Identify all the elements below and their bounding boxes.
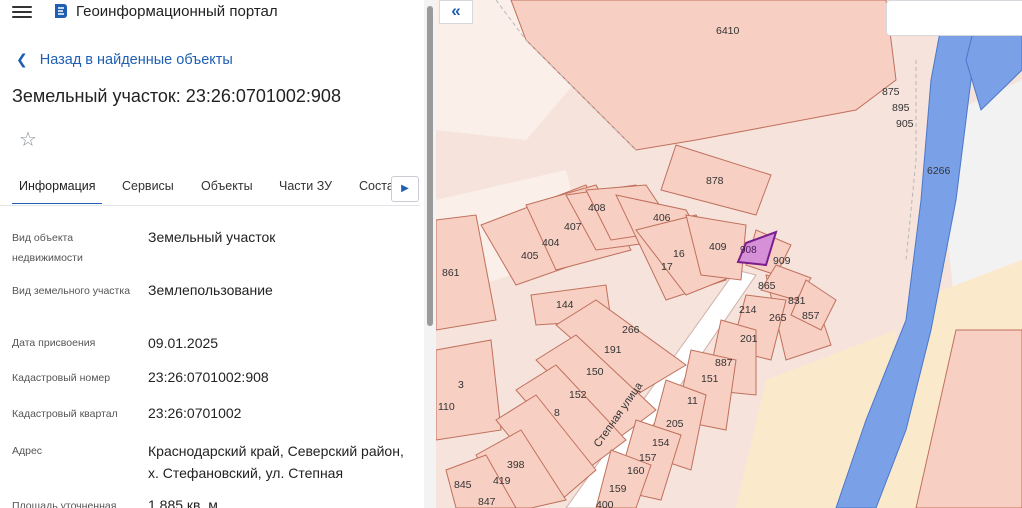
info-panel: Геоинформационный портал ❮ Назад в найден… — [0, 0, 436, 508]
parcel-label: 152 — [569, 389, 587, 401]
tab-objects[interactable]: Объекты — [201, 179, 253, 193]
panel-scrollbar-thumb[interactable] — [427, 6, 433, 326]
parcel-label: 150 — [586, 366, 604, 378]
parcel-label: 266 — [622, 324, 640, 336]
parcel-label: 400 — [596, 499, 614, 508]
parcel-label: 909 — [773, 255, 791, 267]
parcel-label: 11 — [687, 395, 698, 407]
field-label-area: Площадь уточненная — [12, 500, 117, 508]
parcel-label: 405 — [521, 250, 539, 262]
parcel-label: 404 — [542, 237, 560, 249]
parcel-label: 144 — [556, 299, 574, 311]
menu-icon[interactable] — [12, 3, 32, 19]
field-value-cadastral-quarter: 23:26:0701002 — [148, 405, 242, 421]
tab-strip: Информация Сервисы Объекты Части ЗУ Сост… — [0, 174, 392, 204]
favorite-star-icon[interactable]: ☆ — [19, 127, 37, 152]
parcel-label: 6266 — [927, 165, 951, 177]
cadastral-map[interactable]: 6410 875 895 905 6266 878 408 406 407 40… — [436, 0, 1022, 508]
field-value-area: 1 885 кв. м — [148, 497, 218, 508]
app-title: Геоинформационный портал — [76, 3, 278, 20]
tab-composition[interactable]: Соста — [359, 179, 392, 193]
tab-information[interactable]: Информация — [19, 179, 96, 193]
parcel-label: 157 — [639, 452, 657, 464]
back-link-label: Назад в найденные объекты — [39, 52, 233, 68]
object-title: Земельный участок: 23:26:0701002:908 — [12, 86, 341, 106]
parcel-label: 151 — [701, 373, 719, 385]
field-label-cadastral-quarter: Кадастровый квартал — [12, 408, 118, 420]
parcel-label: 845 — [454, 479, 472, 491]
collapse-panel-button[interactable]: « — [439, 0, 473, 24]
field-label-assign-date: Дата присвоения — [12, 337, 96, 349]
parcel-label: 407 — [564, 221, 582, 233]
parcel-label: 160 — [627, 465, 645, 477]
parcel-label: 408 — [588, 202, 606, 214]
parcel-label: 861 — [442, 267, 460, 279]
field-label-cadastral-number: Кадастровый номер — [12, 372, 111, 384]
parcel-label: 878 — [706, 175, 724, 187]
parcel-label: 191 — [604, 344, 622, 356]
portal-logo-icon — [55, 4, 67, 18]
parcel-label: 875 — [882, 86, 900, 98]
parcel-label: 895 — [892, 102, 910, 114]
parcel-label: 398 — [507, 459, 525, 471]
parcel-label: 8 — [554, 407, 560, 419]
field-value-object-type: Земельный участок — [148, 229, 276, 245]
parcel-label: 265 — [769, 312, 787, 324]
parcel-label: 6410 — [716, 25, 740, 37]
map-search-input[interactable] — [886, 0, 1022, 36]
field-value-cadastral-number: 23:26:0701002:908 — [148, 369, 269, 385]
parcel-label: 110 — [438, 401, 455, 413]
parcel-label: 887 — [715, 357, 733, 369]
parcel-label: 154 — [652, 437, 670, 449]
field-value-parcel-type: Землепользование — [148, 282, 273, 298]
tab-services[interactable]: Сервисы — [122, 179, 174, 193]
parcel-label: 857 — [802, 310, 820, 322]
chevron-left-icon: ❮ — [16, 51, 28, 67]
parcel-label: 406 — [653, 212, 671, 224]
field-value-address: Краснодарский край, Северский район, х. … — [148, 443, 404, 481]
field-label-parcel-type: Вид земельного участка — [12, 285, 131, 297]
field-value-assign-date: 09.01.2025 — [148, 335, 219, 351]
parcel-label: 3 — [458, 379, 464, 391]
map-canvas[interactable]: 6410 875 895 905 6266 878 408 406 407 40… — [436, 0, 1022, 508]
field-label-object-type: Вид объекта недвижимости — [12, 232, 83, 264]
parcel-label: 831 — [788, 295, 806, 307]
top-bar: Геоинформационный портал — [0, 0, 436, 24]
parcel-label: 205 — [666, 418, 684, 430]
tabs-next-button[interactable]: ▶ — [391, 176, 419, 202]
parcel-label: 201 — [740, 333, 758, 345]
parcel-label: 214 — [739, 304, 757, 316]
parcel-label: 905 — [896, 118, 914, 130]
parcel-label: 847 — [478, 496, 496, 508]
field-label-address: Адрес — [12, 445, 43, 457]
active-tab-indicator — [12, 203, 102, 204]
parcel-label: 865 — [758, 280, 776, 292]
parcel-label: 16 — [673, 248, 685, 260]
parcel-label: 409 — [709, 241, 727, 253]
tab-parts[interactable]: Части ЗУ — [279, 179, 332, 193]
parcel-label: 419 — [493, 475, 511, 487]
parcel-label: 17 — [661, 261, 673, 273]
back-to-results-link[interactable]: ❮ Назад в найденные объекты — [16, 51, 233, 68]
parcel-label: 159 — [609, 483, 627, 495]
selected-parcel-label[interactable]: 908 — [740, 245, 757, 256]
